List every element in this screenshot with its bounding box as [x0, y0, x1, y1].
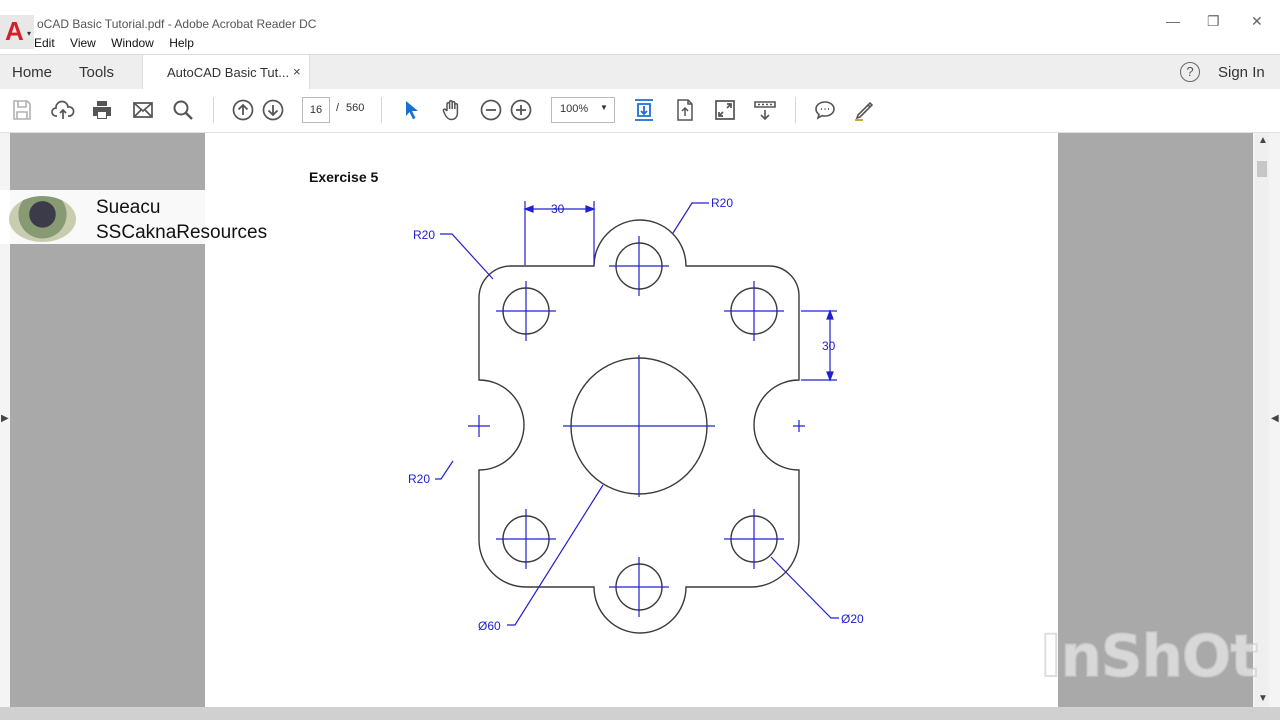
tab-bar: Home Tools AutoCAD Basic Tut... × ? Sign… — [0, 54, 1280, 91]
toolbar-divider — [795, 97, 796, 123]
leader-r20-left-top — [440, 233, 494, 280]
leader-dia-20 — [770, 556, 839, 619]
minimize-button[interactable]: — — [1166, 13, 1180, 29]
zoom-value: 100% — [560, 103, 589, 115]
scroll-thumb[interactable] — [1257, 161, 1267, 177]
rotate-page-icon[interactable] — [673, 98, 697, 122]
comment-icon[interactable] — [813, 98, 837, 122]
tab-close-icon[interactable]: × — [293, 64, 301, 79]
email-icon[interactable] — [131, 98, 155, 122]
title-bar: A ▾ oCAD Basic Tutorial.pdf - Adobe Acrob… — [0, 0, 1280, 54]
dim-label-top-30: 30 — [551, 202, 565, 216]
full-screen-icon[interactable] — [713, 98, 737, 122]
next-page-icon[interactable] — [261, 98, 285, 122]
tab-document[interactable]: AutoCAD Basic Tut... × — [142, 55, 310, 91]
tab-tools[interactable]: Tools — [79, 64, 114, 81]
dim-label-dia-20: Ø20 — [841, 612, 864, 626]
center-hole-centerline — [563, 355, 715, 497]
dim-label-right-30: 30 — [822, 339, 836, 353]
save-icon[interactable] — [10, 98, 34, 122]
toolbar: 16 / 560 100% ▼ — [0, 89, 1280, 133]
leader-r20-left-bottom — [435, 460, 454, 480]
menu-help[interactable]: Help — [169, 36, 194, 50]
page-total: 560 — [346, 102, 365, 114]
hand-tool-icon[interactable] — [440, 98, 464, 122]
menu-window[interactable]: Window — [111, 36, 154, 50]
zoom-select[interactable]: 100% ▼ — [551, 97, 615, 123]
scroll-up-icon[interactable]: ▲ — [1258, 135, 1268, 146]
presenter-name: Sueacu — [96, 197, 161, 218]
print-icon[interactable] — [90, 98, 114, 122]
menu-view[interactable]: View — [70, 36, 96, 50]
restore-button[interactable]: ❐ — [1207, 13, 1220, 30]
leader-dia-60 — [507, 484, 604, 626]
dim-label-r20-top: R20 — [711, 196, 733, 210]
scroll-mode-icon[interactable] — [753, 98, 777, 122]
pdf-page[interactable]: Exercise 5 30 R20 R20 30 R20 Ø60 Ø20 — [205, 133, 1058, 713]
previous-page-icon[interactable] — [231, 98, 255, 122]
menu-edit[interactable]: Edit — [34, 36, 55, 50]
dim-label-dia-60: Ø60 — [478, 619, 501, 633]
inshot-watermark: InShOt — [1039, 621, 1259, 691]
toolbar-divider — [213, 97, 214, 123]
scroll-down-icon[interactable]: ▼ — [1258, 693, 1268, 704]
toolbar-divider — [381, 97, 382, 123]
tab-document-label: AutoCAD Basic Tut... — [167, 65, 290, 80]
vertical-scrollbar[interactable]: ▲ ▼ — [1255, 133, 1269, 720]
select-cursor-icon[interactable] — [400, 98, 424, 122]
tab-home[interactable]: Home — [12, 64, 52, 81]
expand-left-pane-icon[interactable]: ▶ — [1, 413, 9, 424]
window-title: oCAD Basic Tutorial.pdf - Adobe Acrobat … — [37, 17, 317, 31]
dim-label-r20-left-top: R20 — [413, 228, 435, 242]
channel-name: SSCaknaResources — [96, 222, 268, 243]
dim-label-r20-left-bottom: R20 — [408, 472, 430, 486]
zoom-in-icon[interactable] — [509, 98, 533, 122]
fit-page-icon[interactable] — [632, 98, 656, 122]
acrobat-logo-icon[interactable]: A ▾ — [0, 15, 34, 49]
page-number-input[interactable]: 16 — [302, 97, 330, 123]
page-separator: / — [336, 102, 340, 114]
chevron-down-icon: ▼ — [600, 103, 608, 112]
expand-right-pane-icon[interactable]: ◀ — [1271, 413, 1279, 424]
bottom-strip — [0, 707, 1280, 720]
search-icon[interactable] — [171, 98, 195, 122]
close-button[interactable]: ✕ — [1251, 13, 1263, 30]
channel-overlay: Sueacu SSCaknaResources — [0, 190, 283, 244]
highlight-pen-icon[interactable] — [853, 98, 877, 122]
cloud-upload-icon[interactable] — [51, 98, 75, 122]
menu-bar: Edit View Window Help — [34, 36, 206, 50]
leader-r20-top — [672, 202, 709, 234]
avatar — [9, 196, 76, 242]
help-icon[interactable]: ? — [1180, 62, 1200, 82]
sign-in-button[interactable]: Sign In — [1218, 64, 1265, 81]
zoom-out-icon[interactable] — [479, 98, 503, 122]
technical-drawing: 30 R20 R20 30 R20 Ø60 Ø20 — [408, 196, 864, 634]
